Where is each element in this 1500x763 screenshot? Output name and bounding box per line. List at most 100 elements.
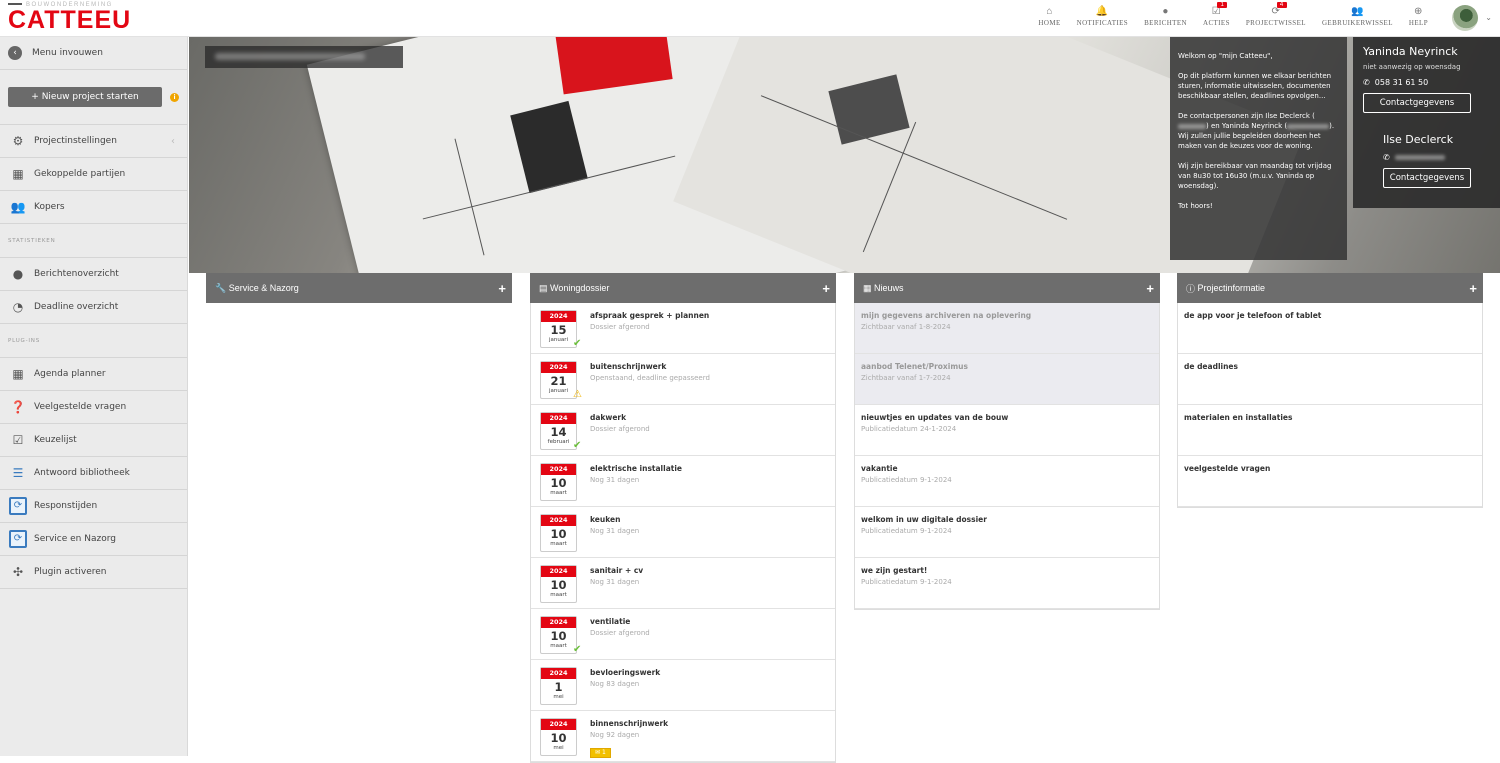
calendar-year: 2024 [541,515,576,526]
nav-help[interactable]: ⊕ HELP [1401,5,1436,27]
dossier-title: elektrische installatie [590,464,682,473]
add-icon[interactable]: + [822,281,830,296]
news-row[interactable]: nieuwtjes en updates van de bouw Publicat… [855,405,1159,456]
dossier-status: Dossier afgerond [590,425,650,433]
sidebar-item-deadline-overzicht[interactable]: ◔ Deadline overzicht [0,291,187,324]
add-icon[interactable]: + [1146,281,1154,296]
panel-projectinformatie: ⓘ Projectinformatie + de app voor je tel… [1177,273,1483,508]
sidebar-item-keuzelijst[interactable]: ☑ Keuzelijst [0,424,187,457]
calendar-date: 2024 15 januari [540,310,577,348]
chevron-down-icon[interactable]: ⌄ [1485,13,1492,22]
project-info-title: materialen en installaties [1184,413,1293,422]
news-title: we zijn gestart! [861,566,928,575]
dossier-row[interactable]: 2024 15 januari ✔ afspraak gesprek + plannen… [531,303,835,354]
dossier-row[interactable]: 2024 10 maart sanitair + cv Nog 31 dagen [531,558,835,609]
calendar-day: 14 [550,425,567,439]
sidebar-item-projectinstellingen[interactable]: ⚙ Projectinstellingen ‹ [0,125,187,158]
sidebar-item-antwoord-bibliotheek[interactable]: ☰ Antwoord bibliotheek [0,457,187,490]
nav-home[interactable]: ⌂ HOME [1030,5,1068,27]
panel-header: ▤ Woningdossier + [530,273,836,303]
lifebuoy-icon: ⊕ [1414,6,1423,17]
calendar-date: 2024 10 maart [540,463,577,501]
dossier-row[interactable]: 2024 1 mei bevloeringswerk Nog 83 dagen [531,660,835,711]
sidebar-item-label: Kopers [34,202,65,212]
news-title: vakantie [861,464,898,473]
calendar-year: 2024 [541,617,576,628]
phone-icon: ✆ [1383,153,1390,162]
dossier-status: Dossier afgerond [590,323,650,331]
nav-label: GEBRUIKERWISSEL [1321,19,1393,27]
sidebar-item-kopers[interactable]: 👥 Kopers [0,191,187,224]
user-avatar[interactable] [1452,5,1478,31]
logo[interactable]: BOUWONDERNEMING CATTEEU [8,2,131,33]
section-statistieken: STATISTIEKEN [0,224,187,258]
dossier-row[interactable]: 2024 14 februari ✔ dakwerk Dossier afgerond [531,405,835,456]
welcome-box: Welkom op "mijn Catteeu", Op dit platfor… [1170,37,1347,260]
sidebar-item-service-en-nazorg[interactable]: ⟳ Service en Nazorg [0,523,187,556]
nav-berichten[interactable]: ● BERICHTEN [1136,5,1195,27]
dossier-title: bevloeringswerk [590,668,661,677]
news-row[interactable]: vakantie Publicatiedatum 9-1-2024 [855,456,1159,507]
nieuws-list: mijn gegevens archiveren na oplevering Zi… [854,303,1160,610]
calendar-year: 2024 [541,719,576,730]
sidebar-item-veelgestelde-vragen[interactable]: ❓ Veelgestelde vragen [0,391,187,424]
contact-details-button[interactable]: Contactgegevens [1363,93,1471,113]
wrench-icon: 🔧 [215,282,229,293]
calendar-year: 2024 [541,668,576,679]
dossier-row[interactable]: 2024 10 maart elektrische installatie Nog 31… [531,456,835,507]
calendar-day: 10 [550,527,567,541]
check-square-icon: ☑ [12,433,24,447]
calendar-date: 2024 10 maart [540,565,577,603]
nav-badge: 4 [1276,2,1287,8]
nav-projectwissel[interactable]: ⟳ 4 PROJECTWISSEL [1238,2,1314,27]
new-project-row: + Nieuw project starten i [0,70,187,125]
news-row[interactable]: welkom in uw digitale dossier Publicatied… [855,507,1159,558]
responstijden-icon: ⟳ [8,497,28,515]
new-project-button[interactable]: + Nieuw project starten [8,87,162,107]
sidebar-item-label: Gekoppelde partijen [34,169,126,179]
dossier-row[interactable]: 2024 21 januari ⚠ buitenschrijnwerk Openstaan… [531,354,835,405]
sidebar-item-label: Deadline overzicht [34,302,119,312]
question-circle-icon: ❓ [10,400,26,414]
add-icon[interactable]: + [1469,281,1477,296]
project-info-row[interactable]: materialen en installaties [1178,405,1482,456]
sidebar-item-plugin-activeren[interactable]: ✣ Plugin activeren [0,556,187,589]
news-row[interactable]: aanbod Telenet/Proximus Zichtbaar vanaf 1… [855,354,1159,405]
collapse-menu-button[interactable]: ‹ Menu invouwen [0,37,187,70]
news-row[interactable]: we zijn gestart! Publicatiedatum 9-1-2024 [855,558,1159,609]
project-info-row[interactable]: veelgestelde vragen [1178,456,1482,507]
nav-acties[interactable]: ☑ 1 ACTIES [1195,2,1238,27]
contact-phone: ✆ [1383,153,1490,162]
calendar-icon: ▦ [12,367,24,381]
calendar-day: 10 [550,578,567,592]
dashboard-icon: ◔ [12,300,24,314]
project-info-row[interactable]: de deadlines [1178,354,1482,405]
cogs-icon: ⚙ [12,134,24,148]
dossier-row[interactable]: 2024 10 maart keuken Nog 31 dagen [531,507,835,558]
project-info-row[interactable]: de app voor je telefoon of tablet [1178,303,1482,354]
sidebar-item-responstijden[interactable]: ⟳ Responstijden [0,490,187,523]
sidebar-item-berichtenoverzicht[interactable]: ● Berichtenoverzicht [0,258,187,291]
dossier-row[interactable]: 2024 10 mei binnenschrijnwerk Nog 92 dagen ✉ … [531,711,835,762]
dossier-status: Nog 31 dagen [590,578,640,586]
sidebar-item-gekoppelde-partijen[interactable]: ▦ Gekoppelde partijen [0,158,187,191]
dossier-row[interactable]: 2024 10 maart ✔ ventilatie Dossier afgerond [531,609,835,660]
info-icon[interactable]: i [170,92,179,102]
news-date: Publicatiedatum 9-1-2024 [861,527,952,535]
news-row[interactable]: mijn gegevens archiveren na oplevering Zi… [855,303,1159,354]
dossier-title: binnenschrijnwerk [590,719,669,728]
puzzle-icon: ✣ [12,565,24,579]
welcome-text: Wij zijn bereikbaar van maandag tot vrij… [1178,162,1332,190]
panel-woningdossier: ▤ Woningdossier + 2024 15 januari ✔ afspraak… [530,273,836,763]
chevron-left-circle-icon: ‹ [8,46,22,60]
calendar-month: maart [550,490,567,496]
nav-gebruikerwissel[interactable]: 👥 GEBRUIKERWISSEL [1314,5,1401,27]
contact-details-button[interactable]: Contactgegevens [1383,168,1471,188]
calendar-date: 2024 10 maart [540,616,577,654]
sidebar-item-agenda-planner[interactable]: ▦ Agenda planner [0,358,187,391]
users-icon: 👥 [1350,6,1364,17]
add-icon[interactable]: + [498,281,506,296]
calendar-year: 2024 [541,311,576,322]
sidebar-item-label: Agenda planner [34,369,106,379]
nav-notificaties[interactable]: 🔔 NOTIFICATIES [1069,5,1136,27]
